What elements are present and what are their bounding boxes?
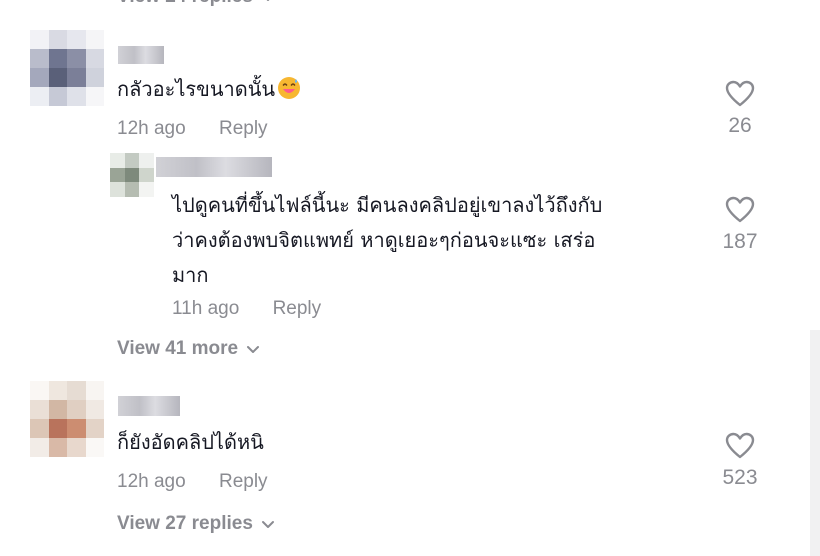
avatar[interactable]: [110, 153, 154, 197]
timestamp: 12h ago: [117, 118, 186, 139]
view-replies-label: View 27 replies: [117, 513, 253, 534]
heart-icon: [725, 80, 755, 107]
like-count: 523: [722, 466, 758, 489]
chevron-down-icon: [247, 346, 260, 353]
reply-button[interactable]: Reply: [273, 298, 322, 319]
reply-button[interactable]: Reply: [219, 471, 268, 492]
heart-icon: [725, 196, 755, 223]
like-count: 187: [722, 230, 758, 253]
comment-line: ว่าคงต้องพบจิตแพทย์ หาดูเยอะๆก่อนจะแซะ เ…: [172, 228, 596, 252]
comment-text: ไปดูคนที่ขึ้นไฟล์นี้นะ มีคนลงคลิปอยู่เขา…: [172, 188, 602, 293]
like-button[interactable]: 187: [710, 196, 770, 254]
like-button[interactable]: 26: [710, 80, 770, 138]
heart-icon: [725, 432, 755, 459]
username-redacted[interactable]: [118, 46, 164, 64]
view-replies-button[interactable]: View 24 replies: [117, 0, 275, 8]
grinning-sweat-emoji-icon: [278, 77, 301, 99]
view-replies-button[interactable]: View 27 replies: [117, 513, 275, 535]
comment-meta: 12h ago Reply: [117, 118, 268, 140]
comment-body: ก็ยังอัดคลิปได้หนิ: [117, 430, 264, 454]
timestamp: 11h ago: [172, 298, 240, 319]
like-count: 26: [728, 114, 752, 137]
view-more-replies-button[interactable]: View 41 more: [117, 338, 260, 360]
timestamp: 12h ago: [117, 471, 186, 492]
username-redacted[interactable]: [118, 396, 180, 416]
comment-meta: 11h ago Reply: [172, 298, 321, 320]
comment-line: ไปดูคนที่ขึ้นไฟล์นี้นะ มีคนลงคลิปอยู่เขา…: [172, 193, 603, 217]
avatar[interactable]: [30, 381, 104, 457]
view-replies-label: View 24 replies: [117, 0, 253, 8]
chevron-down-icon: [261, 521, 274, 528]
view-more-label: View 41 more: [117, 338, 239, 359]
chevron-down-icon: [266, 0, 270, 1]
username-redacted[interactable]: [156, 157, 272, 177]
comment-meta: 12h ago Reply: [117, 471, 268, 493]
avatar[interactable]: [30, 30, 104, 106]
comment-text: ก็ยังอัดคลิปได้หนิ: [117, 425, 264, 460]
comment-line: มาก: [172, 263, 209, 287]
comment-body: กลัวอะไรขนาดนั้น: [117, 77, 276, 101]
like-button[interactable]: 523: [710, 432, 770, 490]
reply-button[interactable]: Reply: [219, 118, 268, 139]
scrollbar[interactable]: [810, 330, 820, 556]
comment-text: กลัวอะไรขนาดนั้น: [117, 72, 301, 107]
